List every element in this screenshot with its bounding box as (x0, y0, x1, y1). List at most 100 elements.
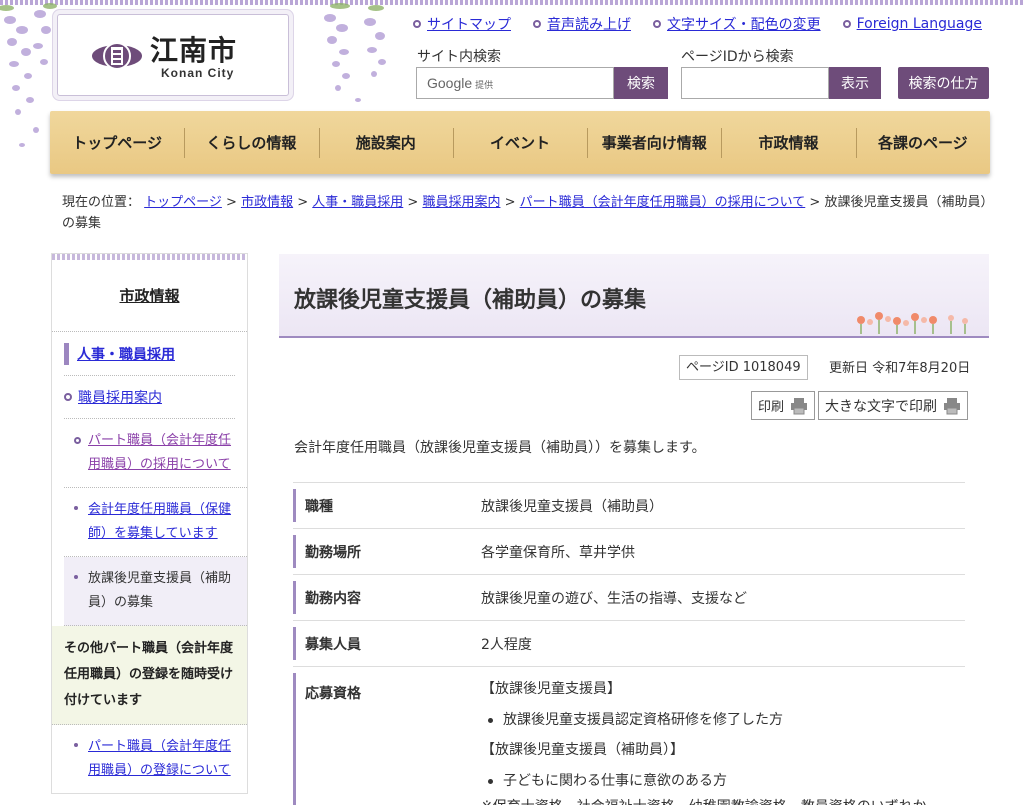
row-value: 各学童保育所、草井学供 (481, 544, 635, 561)
flower-decoration-icon (857, 312, 968, 334)
print-large-label: 大きな文字で印刷 (825, 398, 937, 415)
print-label: 印刷 (758, 400, 785, 415)
nav-events[interactable]: イベント (452, 126, 587, 160)
nav-living-info[interactable]: くらしの情報 (184, 126, 318, 160)
table-row: 応募資格 【放課後児童支援員】 放課後児童支援員認定資格研修を修了した方 【放課… (293, 666, 965, 805)
nav-top-page[interactable]: トップページ (50, 126, 184, 160)
sidebar-item-registration: パート職員（会計年度任用職員）の登録について (64, 725, 247, 793)
nav-city-admin[interactable]: 市政情報 (721, 126, 855, 160)
site-logo[interactable]: 江南市 Konan City (57, 14, 289, 96)
breadcrumb-link-part-time[interactable]: パート職員（会計年度任用職員）の採用について (520, 195, 806, 210)
search-help-button[interactable]: 検索の仕方 (898, 67, 989, 99)
font-size-color-link[interactable]: 文字サイズ・配色の変更 (667, 14, 821, 34)
page-id-badge: ページID 1018049 (679, 355, 808, 380)
ring-bullet-icon (64, 393, 72, 401)
site-search-button[interactable]: 検索 (614, 67, 668, 99)
city-emblem-icon (92, 42, 142, 70)
breadcrumb-link-city-admin[interactable]: 市政情報 (241, 195, 293, 210)
ring-bullet-icon (413, 20, 421, 28)
row-value: 【放課後児童支援員】 放課後児童支援員認定資格研修を修了した方 【放課後児童支援… (461, 667, 965, 805)
sidebar-link-public-health-nurse[interactable]: 会計年度任用職員（保健師）を募集しています (88, 498, 237, 546)
dot-bullet-icon (74, 743, 78, 747)
page-id-show-button[interactable]: 表示 (829, 67, 881, 99)
dot-bullet-icon (74, 506, 78, 510)
breadcrumb-link-top[interactable]: トップページ (144, 195, 222, 210)
breadcrumb-separator: > (500, 195, 520, 210)
printer-icon (791, 397, 808, 414)
row-heading: 勤務内容 (293, 581, 461, 614)
utility-link-font-size[interactable]: 文字サイズ・配色の変更 (653, 14, 821, 34)
logo-name-en: Konan City (161, 66, 235, 80)
row-heading: 勤務場所 (293, 535, 461, 568)
utility-link-voice[interactable]: 音声読み上げ (533, 14, 631, 34)
list-item: 放課後児童支援員認定資格研修を修了した方 (481, 710, 965, 730)
google-provider-label: Google 提供 (427, 75, 494, 91)
sidebar-category-link[interactable]: 人事・職員採用 (77, 344, 175, 364)
top-decoration-stripe (0, 0, 1024, 5)
sidebar-subcategory-link[interactable]: 職員採用案内 (78, 387, 162, 407)
breadcrumb-prefix: 現在の位置： (62, 195, 141, 210)
table-row: 募集人員 2人程度 (293, 620, 965, 666)
print-large-button[interactable]: 大きな文字で印刷 (818, 391, 968, 420)
foreign-language-link[interactable]: Foreign Language (857, 16, 982, 32)
sidebar-current-label: 放課後児童支援員（補助員）の募集 (88, 571, 232, 610)
sidebar-link-part-time[interactable]: パート職員（会計年度任用職員）の採用について (88, 429, 237, 477)
sidebar-subcategory: 職員採用案内 (64, 376, 235, 419)
ring-bullet-icon (842, 20, 851, 28)
breadcrumb-link-recruitment[interactable]: 職員採用案内 (422, 195, 500, 210)
sidebar-group-heading: その他パート職員（会計年度任用職員）の登録を随時受け付けています (52, 626, 247, 725)
breadcrumb-separator: > (403, 195, 423, 210)
category-marker (64, 342, 69, 365)
breadcrumb-separator: > (221, 195, 242, 210)
voice-reading-link[interactable]: 音声読み上げ (547, 14, 631, 34)
print-button[interactable]: 印刷 (751, 391, 816, 420)
sidebar: 市政情報 人事・職員採用 職員採用案内 パート職員（会計年度任用職員）の採用につ… (51, 253, 248, 794)
sidebar-category: 人事・職員採用 (64, 332, 235, 376)
page-id-search-label: ページIDから検索 (681, 49, 794, 65)
ring-bullet-icon (74, 437, 81, 444)
ring-bullet-icon (653, 20, 661, 28)
page-heading-banner: 放課後児童支援員（補助員）の募集 (279, 254, 989, 338)
breadcrumb-separator: > (293, 195, 313, 210)
utility-link-sitemap[interactable]: サイトマップ (413, 14, 511, 34)
row-heading: 募集人員 (293, 627, 461, 660)
sitemap-link[interactable]: サイトマップ (427, 14, 511, 34)
breadcrumb-link-personnel[interactable]: 人事・職員採用 (312, 195, 403, 210)
sidebar-link-registration[interactable]: パート職員（会計年度任用職員）の登録について (88, 735, 237, 783)
qualification-note: ※保育士資格、社会福祉士資格、幼稚園教諭資格、教員資格のいずれか (481, 796, 927, 805)
site-search-label: サイト内検索 (417, 49, 501, 65)
details-table: 職種 放課後児童支援員（補助員） 勤務場所 各学童保育所、草井学供 勤務内容 放課後児… (293, 482, 965, 805)
intro-text: 会計年度任用職員（放課後児童支援員（補助員））を募集します。 (294, 440, 706, 456)
nav-facilities[interactable]: 施設案内 (318, 126, 453, 160)
dot-bullet-icon (74, 575, 78, 579)
global-nav: トップページ くらしの情報 施設案内 イベント 事業者向け情報 市政情報 各課の… (50, 111, 990, 174)
sidebar-title-link[interactable]: 市政情報 (119, 285, 179, 306)
utility-link-foreign[interactable]: Foreign Language (842, 14, 982, 34)
ring-bullet-icon (533, 20, 541, 28)
utility-links: サイトマップ 音声読み上げ 文字サイズ・配色の変更 Foreign Langua… (413, 14, 982, 34)
row-heading: 職種 (293, 489, 461, 522)
updated-date: 更新日 令和7年8月20日 (829, 361, 971, 376)
sidebar-item-public-health-nurse: 会計年度任用職員（保健師）を募集しています (64, 488, 247, 557)
sidebar-title: 市政情報 (52, 260, 247, 332)
site-search-input[interactable]: Google 提供 (416, 67, 614, 99)
row-value: 放課後児童の遊び、生活の指導、支援など (481, 590, 747, 607)
logo-name-jp: 江南市 (150, 34, 238, 67)
breadcrumb: 現在の位置： トップページ > 市政情報 > 人事・職員採用 > 職員採用案内 … (62, 192, 992, 234)
page-id-input[interactable] (681, 67, 829, 99)
wisteria-decoration-right (324, 3, 386, 102)
qualification-heading: 【放課後児童支援員（補助員）】 (481, 742, 684, 758)
sidebar-item-current: 放課後児童支援員（補助員）の募集 (64, 557, 247, 626)
row-value: 放課後児童支援員（補助員） (481, 498, 663, 515)
nav-business[interactable]: 事業者向け情報 (587, 126, 721, 160)
table-row: 職種 放課後児童支援員（補助員） (293, 482, 965, 528)
breadcrumb-separator: > (805, 195, 825, 210)
nav-departments[interactable]: 各課のページ (855, 126, 990, 160)
row-heading: 応募資格 (293, 673, 461, 805)
sidebar-item-part-time: パート職員（会計年度任用職員）の採用について (64, 419, 247, 488)
table-row: 勤務場所 各学童保育所、草井学供 (293, 528, 965, 574)
table-row: 勤務内容 放課後児童の遊び、生活の指導、支援など (293, 574, 965, 620)
row-value: 2人程度 (481, 636, 532, 653)
list-item: 子どもに関わる仕事に意欲のある方 (481, 771, 965, 791)
page-title: 放課後児童支援員（補助員）の募集 (294, 288, 647, 313)
